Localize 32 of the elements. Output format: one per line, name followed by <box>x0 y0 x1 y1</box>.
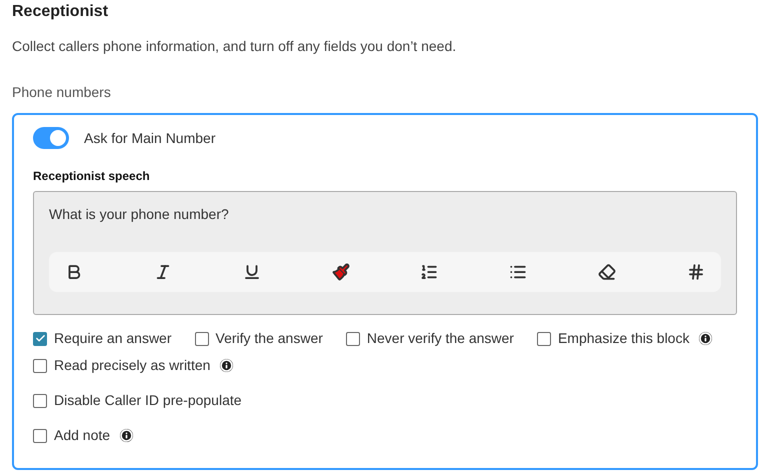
checkbox[interactable] <box>33 394 47 408</box>
checkbox-label: Emphasize this block <box>558 329 690 348</box>
info-icon[interactable] <box>220 359 234 372</box>
checkbox-label: Disable Caller ID pre-populate <box>54 391 242 410</box>
checkbox[interactable] <box>33 358 47 372</box>
checkbox-label: Add note <box>54 426 110 445</box>
bullet-list-icon[interactable] <box>509 263 528 281</box>
toggle-label: Ask for Main Number <box>84 128 216 148</box>
speech-label: Receptionist speech <box>33 168 151 185</box>
underline-icon[interactable] <box>242 263 261 281</box>
checkbox[interactable] <box>536 332 551 346</box>
checkbox-label: Verify the answer <box>216 329 323 348</box>
speech-editor[interactable]: What is your phone number? <box>33 191 737 315</box>
section-label: Phone numbers <box>12 83 112 102</box>
checkbox[interactable] <box>194 332 209 346</box>
eraser-icon[interactable] <box>598 263 616 281</box>
page-title: Receptionist <box>12 2 110 22</box>
speech-text: What is your phone number? <box>49 205 230 224</box>
checkbox[interactable] <box>33 332 47 346</box>
page-description: Collect callers phone information, and turn off any fields you don’t need. <box>12 37 458 56</box>
checkbox-label: Never verify the answer <box>366 329 514 348</box>
paintbrush-icon[interactable] <box>332 263 350 281</box>
hash-icon[interactable] <box>686 263 705 281</box>
checkbox-label: Require an answer <box>54 329 172 348</box>
numbered-list-icon[interactable] <box>420 263 438 281</box>
checkbox-label: Read precisely as written <box>54 356 210 375</box>
info-icon[interactable] <box>120 429 134 442</box>
checkbox[interactable] <box>346 332 360 346</box>
check-icon <box>34 333 46 344</box>
checkbox[interactable] <box>33 428 47 442</box>
toggle-switch[interactable] <box>33 127 69 149</box>
info-icon[interactable] <box>699 332 712 345</box>
